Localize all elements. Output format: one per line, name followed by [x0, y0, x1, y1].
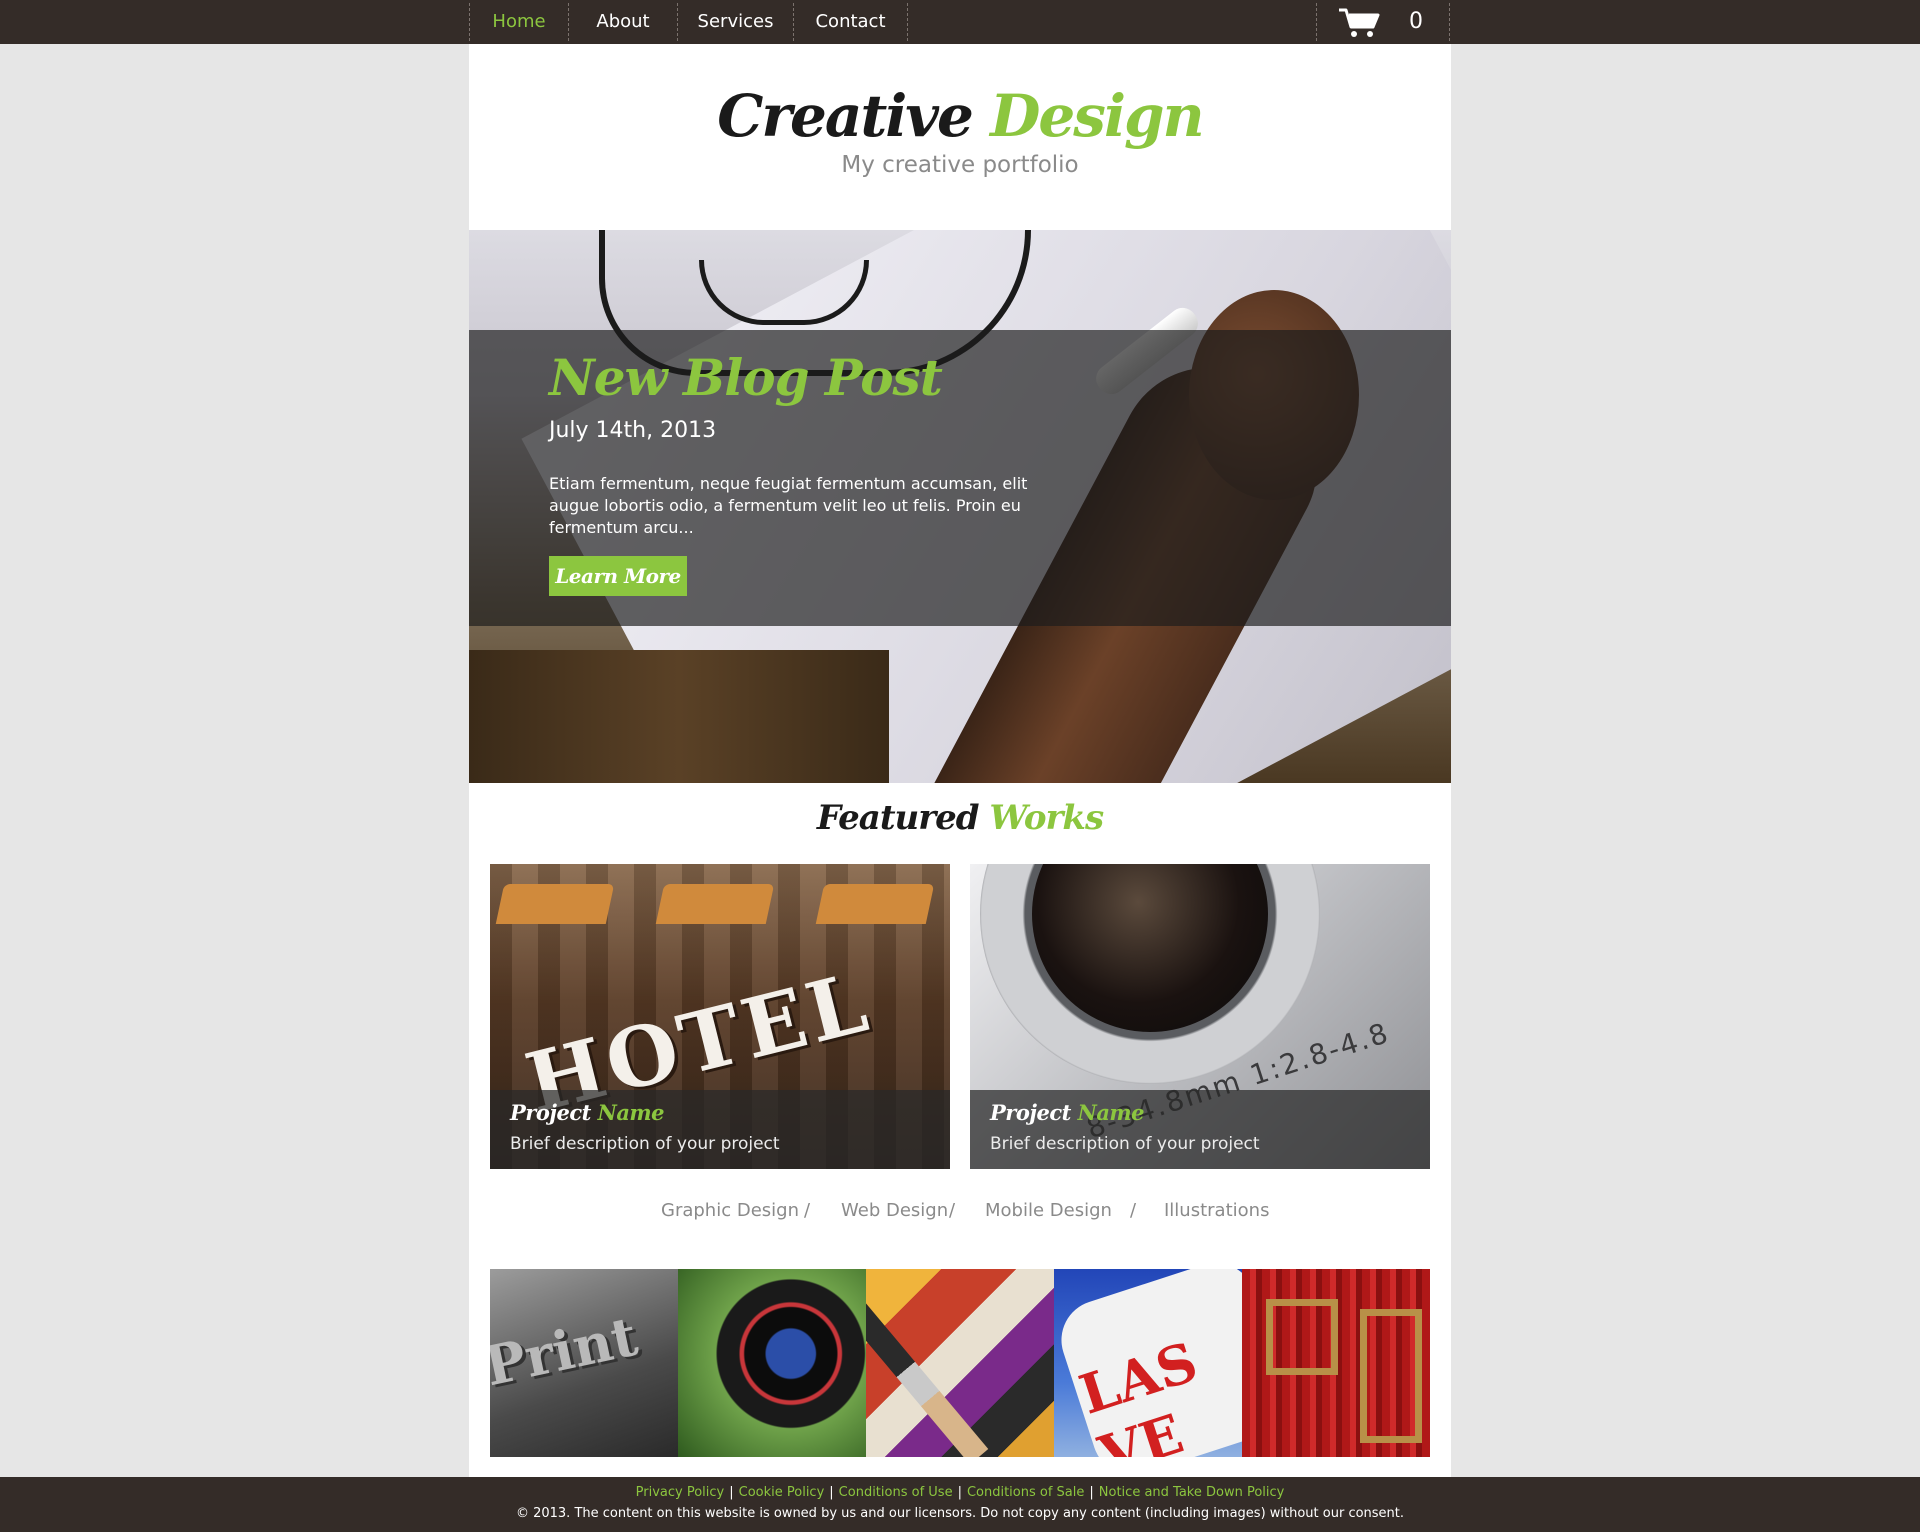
project-image-awning — [815, 884, 935, 924]
thumbnail-image-text: Print — [490, 1303, 643, 1399]
hero-title: New Blog Post — [549, 348, 943, 407]
project-description: Brief description of your project — [990, 1134, 1260, 1154]
gallery-thumbnail-paint[interactable] — [866, 1269, 1054, 1457]
category-mobile-design[interactable]: Mobile Design — [985, 1200, 1112, 1221]
logo-text-part1: Creative — [717, 82, 974, 150]
hero-image-table — [469, 650, 889, 783]
project-caption: Project Name Brief description of your p… — [970, 1090, 1430, 1169]
nav-divider — [907, 3, 908, 41]
featured-heading-part2: Works — [989, 798, 1104, 838]
hero-banner: New Blog Post July 14th, 2013 Etiam ferm… — [469, 230, 1451, 783]
footer-separator: | — [1089, 1485, 1094, 1500]
logo-text-part2: Design — [990, 82, 1205, 150]
site-tagline: My creative portfolio — [841, 152, 1079, 178]
project-title-part1: Project — [510, 1100, 591, 1125]
category-separator: / — [1130, 1200, 1137, 1221]
footer-link-takedown[interactable]: Notice and Take Down Policy — [1099, 1485, 1285, 1500]
top-nav-bar: Home About Services Contact 0 — [0, 0, 1920, 44]
category-graphic-design[interactable]: Graphic Design — [661, 1200, 799, 1221]
category-filter: Graphic Design / Web Design / Mobile Des… — [469, 1200, 1451, 1230]
thumbnail-brush — [866, 1303, 989, 1457]
category-separator: / — [804, 1200, 811, 1221]
top-nav-inner: Home About Services Contact 0 — [469, 0, 1451, 44]
project-caption: Project Name Brief description of your p… — [490, 1090, 950, 1169]
category-web-design[interactable]: Web Design — [841, 1200, 948, 1221]
thumbnail-frame — [1360, 1309, 1422, 1443]
category-illustrations[interactable]: Illustrations — [1164, 1200, 1269, 1221]
project-description: Brief description of your project — [510, 1134, 780, 1154]
project-title-part1: Project — [990, 1100, 1071, 1125]
site-footer: Privacy Policy | Cookie Policy | Conditions … — [0, 1477, 1920, 1532]
learn-more-button[interactable]: Learn More — [549, 556, 687, 596]
project-image-awning — [495, 884, 615, 924]
footer-copyright: © 2013. The content on this website is o… — [515, 1506, 1405, 1521]
thumbnail-frame — [1266, 1299, 1338, 1375]
project-card[interactable]: 8-34.8mm 1:2.8-4.8 Project Name Brief de… — [970, 864, 1430, 1169]
nav-item-about[interactable]: About — [568, 3, 677, 41]
cart-count: 0 — [1409, 9, 1423, 34]
footer-link-conditions-of-sale[interactable]: Conditions of Sale — [967, 1485, 1084, 1500]
cart-icon — [1339, 8, 1380, 37]
nav-item-home[interactable]: Home — [469, 3, 568, 41]
footer-separator: | — [957, 1485, 962, 1500]
project-title-part2: Name — [1077, 1100, 1145, 1125]
hero-date: July 14th, 2013 — [549, 418, 717, 443]
project-title: Project Name — [990, 1100, 1145, 1125]
footer-separator: | — [829, 1485, 834, 1500]
featured-works-heading: Featured Works — [469, 798, 1451, 838]
footer-links: Privacy Policy | Cookie Policy | Conditions … — [0, 1485, 1920, 1500]
project-title-part2: Name — [597, 1100, 665, 1125]
gallery-thumbnail-frames[interactable] — [1242, 1269, 1430, 1457]
gallery-thumbnail-camera[interactable] — [678, 1269, 866, 1457]
footer-link-cookie[interactable]: Cookie Policy — [739, 1485, 825, 1500]
hero-excerpt: Etiam fermentum, neque feugiat fermentum… — [549, 474, 1028, 537]
featured-heading-part1: Featured — [816, 798, 980, 838]
gallery-thumbnail-las-vegas[interactable]: LAS VE — [1054, 1269, 1242, 1457]
nav-item-services[interactable]: Services — [677, 3, 793, 41]
footer-separator: | — [729, 1485, 734, 1500]
cart-button[interactable]: 0 — [1316, 3, 1450, 41]
main-content: Creative Design My creative portfolio Ne… — [469, 44, 1451, 1477]
footer-link-privacy[interactable]: Privacy Policy — [636, 1485, 725, 1500]
site-logo[interactable]: Creative Design — [469, 82, 1451, 150]
gallery-thumbnail-print[interactable]: Print — [490, 1269, 678, 1457]
footer-link-conditions-of-use[interactable]: Conditions of Use — [839, 1485, 953, 1500]
category-separator: / — [949, 1200, 956, 1221]
project-title: Project Name — [510, 1100, 665, 1125]
project-image-awning — [655, 884, 775, 924]
nav-item-contact[interactable]: Contact — [793, 3, 907, 41]
project-card[interactable]: HOTEL Project Name Brief description of … — [490, 864, 950, 1169]
